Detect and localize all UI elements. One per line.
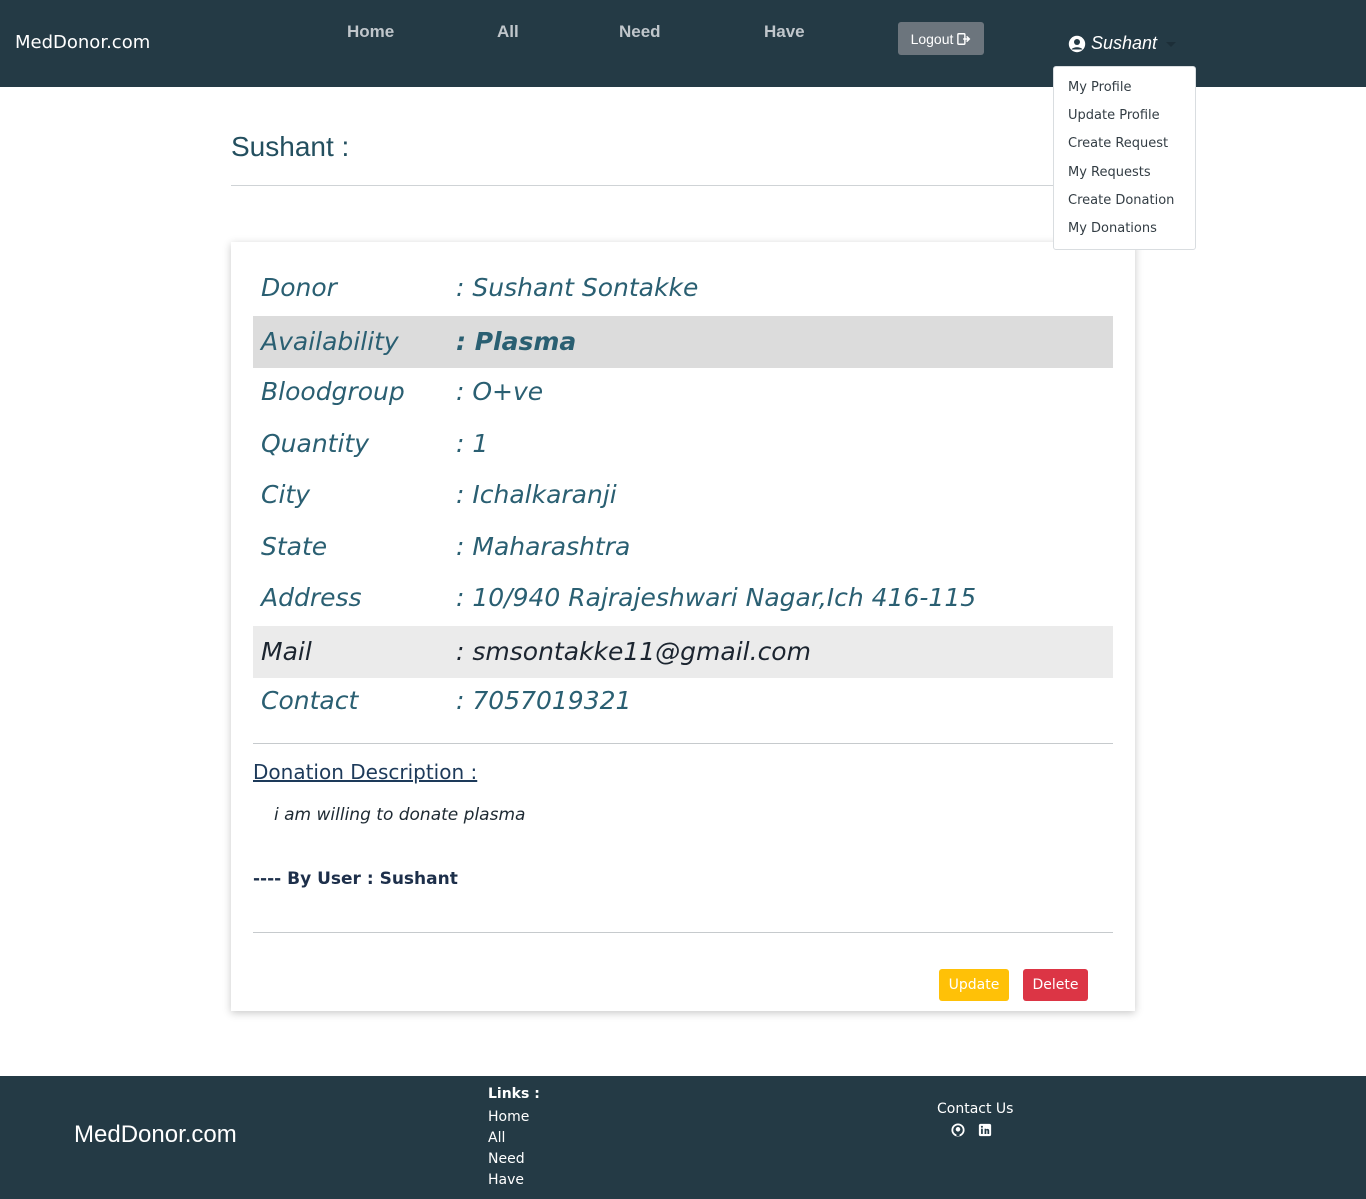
- footer-link-home[interactable]: Home: [488, 1109, 529, 1125]
- detail-row-quantity: Quantity : 1: [253, 418, 1113, 470]
- detail-row-mail: Mail : smsontakke11@gmail.com: [253, 626, 1113, 678]
- nav-link-home[interactable]: Home: [347, 22, 394, 42]
- title-divider: [231, 185, 1135, 186]
- chevron-down-icon: [1166, 42, 1177, 47]
- card-divider: [253, 743, 1113, 744]
- page-title: Sushant :: [231, 131, 350, 162]
- detail-label: Bloodgroup: [261, 377, 405, 407]
- menu-item-my-donations[interactable]: My Donations: [1054, 218, 1195, 246]
- sign-out-icon: [957, 32, 971, 45]
- logout-label: Logout: [910, 30, 954, 47]
- detail-row-bloodgroup: Bloodgroup : O+ve: [253, 366, 1113, 418]
- detail-value: : 1: [456, 429, 489, 459]
- footer-link-have[interactable]: Have: [488, 1172, 524, 1188]
- detail-label: State: [261, 532, 328, 562]
- user-menu-toggle[interactable]: Sushant: [1068, 33, 1177, 54]
- detail-value: : 10/940 Rajrajeshwari Nagar,Ich 416-115: [456, 583, 977, 613]
- user-circle-icon: [1068, 35, 1086, 52]
- footer-contact-title: Contact Us: [937, 1101, 1014, 1117]
- nav-link-all[interactable]: All: [497, 22, 519, 42]
- user-name: Sushant: [1091, 33, 1158, 53]
- nav-link-have[interactable]: Have: [764, 22, 805, 42]
- detail-row-contact: Contact : 7057019321: [253, 675, 1113, 727]
- user-dropdown-menu: My Profile Update Profile Create Request…: [1053, 66, 1196, 250]
- footer-link-need[interactable]: Need: [488, 1151, 525, 1167]
- footer-links-title: Links :: [488, 1086, 540, 1102]
- card-divider: [253, 932, 1113, 933]
- github-icon[interactable]: [951, 1123, 965, 1137]
- menu-item-create-request[interactable]: Create Request: [1054, 133, 1195, 161]
- brand-logo[interactable]: MedDonor.com: [15, 32, 150, 53]
- menu-item-my-profile[interactable]: My Profile: [1054, 77, 1195, 105]
- description-title: Donation Description :: [253, 760, 478, 784]
- detail-row-availability: Availability : Plasma: [253, 316, 1113, 368]
- menu-item-update-profile[interactable]: Update Profile: [1054, 105, 1195, 133]
- detail-label: Contact: [261, 686, 359, 716]
- linkedin-icon[interactable]: [978, 1123, 992, 1137]
- donation-card: Donor : Sushant Sontakke Availability : …: [231, 242, 1135, 1011]
- menu-item-my-requests[interactable]: My Requests: [1054, 162, 1195, 190]
- by-user-label: ---- By User : Sushant: [253, 869, 458, 889]
- footer-link-all[interactable]: All: [488, 1130, 505, 1146]
- detail-row-donor: Donor : Sushant Sontakke: [253, 262, 1113, 314]
- footer-brand: MedDonor.com: [74, 1121, 237, 1148]
- detail-label: City: [261, 480, 310, 510]
- footer: MedDonor.com Links : Home All Need Have …: [0, 1076, 1366, 1199]
- logout-button[interactable]: Logout: [898, 22, 984, 55]
- update-button[interactable]: Update: [939, 969, 1009, 1001]
- detail-value[interactable]: : smsontakke11@gmail.com: [456, 637, 1113, 666]
- detail-row-state: State : Maharashtra: [253, 521, 1113, 573]
- description-text: i am willing to donate plasma: [274, 805, 526, 825]
- menu-item-create-donation[interactable]: Create Donation: [1054, 190, 1195, 218]
- detail-value: : Maharashtra: [456, 532, 631, 562]
- detail-label: Mail: [261, 637, 312, 667]
- detail-value: : 7057019321: [456, 686, 632, 716]
- detail-value: : Plasma: [456, 327, 577, 357]
- detail-label: Quantity: [261, 429, 370, 459]
- delete-button[interactable]: Delete: [1023, 969, 1088, 1001]
- detail-label: Donor: [261, 273, 337, 303]
- detail-value: : Sushant Sontakke: [456, 273, 699, 303]
- detail-row-address: Address : 10/940 Rajrajeshwari Nagar,Ich…: [253, 572, 1113, 624]
- detail-value: : Ichalkaranji: [456, 480, 617, 510]
- nav-link-need[interactable]: Need: [619, 22, 661, 42]
- detail-row-city: City : Ichalkaranji: [253, 469, 1113, 521]
- detail-value: : O+ve: [456, 377, 544, 407]
- detail-label: Address: [261, 583, 362, 613]
- detail-label: Availability: [261, 327, 399, 357]
